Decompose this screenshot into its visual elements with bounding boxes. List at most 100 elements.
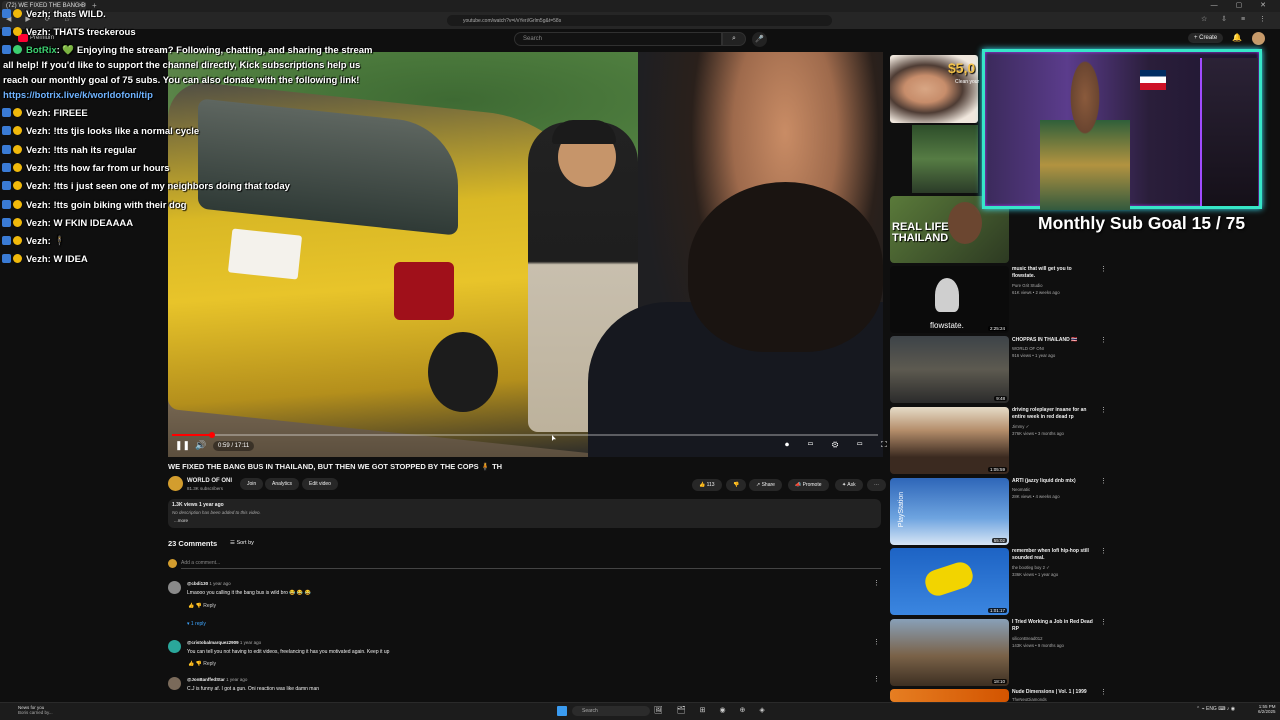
recommendation-menu-icon[interactable]: ⋮: [1100, 265, 1107, 273]
add-comment-input[interactable]: Add a comment...: [181, 560, 881, 569]
system-tray[interactable]: ⌃ ⌁ ENG ⌨ ♪ ◉: [1196, 706, 1235, 712]
duration-badge: 55:02: [991, 538, 1007, 543]
search-icon[interactable]: ⌕: [722, 32, 746, 46]
recommendation-thumbnail[interactable]: 9:48: [890, 336, 1009, 403]
duration-badge: 18:10: [991, 679, 1007, 684]
chat-link[interactable]: https://botrix.live/k/worldofoni/tip: [3, 90, 153, 101]
recommendation-menu-icon[interactable]: ⋮: [1100, 336, 1107, 344]
recommendation-menu-icon[interactable]: ⋮: [1100, 688, 1107, 696]
replies-toggle[interactable]: ▾ 1 reply: [187, 621, 206, 627]
video-frame-beard: [688, 182, 883, 352]
recommendation-title[interactable]: I Tried Working a Job in Red Dead RP: [1012, 619, 1094, 632]
recommendation-channel[interactable]: Jimmy ✓: [1012, 424, 1029, 430]
recommendation-menu-icon[interactable]: ⋮: [1100, 547, 1107, 555]
comment-text: Lmaooo you calling it the bang bus is wi…: [187, 590, 311, 596]
search-input[interactable]: Search: [514, 32, 722, 46]
edit-video-button[interactable]: Edit video: [302, 478, 338, 490]
taskbar-app-icons[interactable]: 🖼 🗂 ⊞ ◉ ⊕ ◈: [654, 706, 771, 714]
recommendation-thumbnail[interactable]: 1:05:59: [890, 407, 1009, 474]
recommendation-channel[interactable]: siliconBread012: [1012, 636, 1043, 641]
video-player[interactable]: [168, 52, 883, 457]
thumbnail-overlay-text: PlayStation: [898, 491, 906, 528]
comment-author[interactable]: @JonBanffedStar 1 year ago: [187, 677, 247, 682]
join-button[interactable]: Join: [240, 478, 264, 490]
recommendation-title[interactable]: CHOPPAS IN THAILAND 🇹🇭: [1012, 337, 1094, 344]
account-avatar[interactable]: [1252, 32, 1265, 45]
recommendation-channel[interactable]: Pure Grit Studio: [1012, 283, 1043, 288]
recommendation-thumbnail[interactable]: [890, 689, 1009, 702]
recommendation-thumbnail[interactable]: 18:10: [890, 619, 1009, 686]
browser-tab-bar: [0, 0, 1280, 12]
comment-menu-icon[interactable]: ⋮: [873, 638, 880, 646]
chat-badge-icon: [2, 45, 11, 54]
create-button[interactable]: + Create: [1188, 33, 1224, 43]
outdoor-cam: [912, 125, 978, 193]
extension-icons[interactable]: ☆ ⇩ ≡ ⋮: [1201, 15, 1272, 23]
flag-icon: [1140, 70, 1166, 90]
like-button[interactable]: 👍 113: [692, 479, 722, 491]
recommendation-thumbnail[interactable]: flowstate. 2:25:24: [890, 266, 1009, 333]
notifications-bell-icon[interactable]: 🔔: [1232, 33, 1242, 42]
chat-badge-icon: [2, 163, 11, 172]
volume-icon[interactable]: 🔊: [195, 440, 206, 451]
recommendation-title[interactable]: ARTI (jazzy liquid dnb mix): [1012, 478, 1094, 485]
taskbar-clock[interactable]: 1:55 PM 6/2/2025: [1258, 704, 1276, 714]
description-more-link[interactable]: ...more: [174, 518, 188, 523]
share-button[interactable]: ↗ Share: [749, 479, 782, 491]
comment-author[interactable]: @cbdi130 1 year ago: [187, 581, 231, 586]
comment-actions[interactable]: 👍 👎 Reply: [188, 603, 216, 609]
chat-badge-icon: [13, 126, 22, 135]
channel-avatar[interactable]: [168, 476, 183, 491]
recommendation-menu-icon[interactable]: ⋮: [1100, 477, 1107, 485]
comment-menu-icon[interactable]: ⋮: [873, 579, 880, 587]
comment-avatar[interactable]: [168, 581, 181, 594]
recommendation-title[interactable]: remember when lofi hip-hop still sounded…: [1012, 548, 1094, 561]
progress-fill: [172, 434, 212, 436]
microphone-icon[interactable]: 🎤: [752, 32, 767, 47]
recommendation-title[interactable]: music that will get you to flowstate.: [1012, 266, 1094, 279]
description-text: No description has been added to this vi…: [172, 510, 261, 515]
sort-by-button[interactable]: ☰ Sort by: [230, 540, 254, 546]
taskbar-search[interactable]: Search: [572, 706, 650, 716]
recommendation-channel[interactable]: the bootleg boy 2 ✓: [1012, 565, 1050, 571]
chat-badge-icon: [2, 254, 11, 263]
recommendation-thumbnail[interactable]: PlayStation 55:02: [890, 478, 1009, 545]
player-right-controls[interactable]: ⏺ ▭ ⚙ ▭ ⛶: [785, 440, 895, 450]
url-bar[interactable]: youtube.com/watch?v=i/vYeri/Grlm5g&t=58s: [447, 15, 832, 26]
comment-avatar[interactable]: [168, 640, 181, 653]
comments-count: 23 Comments: [168, 539, 218, 548]
recommendation-channel[interactable]: Neomatic: [1012, 487, 1030, 492]
ask-button[interactable]: ✦ Ask: [835, 479, 863, 491]
recommendation-thumbnail[interactable]: 1:01:17: [890, 548, 1009, 615]
news-widget[interactable]: News for you Boris carried by...: [18, 705, 53, 715]
start-icon[interactable]: [557, 706, 567, 716]
views-date: 1.3K views 1 year ago: [172, 502, 224, 508]
promote-button[interactable]: 📣 Promote: [788, 479, 829, 491]
recommendation-menu-icon[interactable]: ⋮: [1100, 618, 1107, 626]
description-box[interactable]: [168, 499, 881, 528]
recommendation-title[interactable]: driving roleplayer insane for an entire …: [1012, 407, 1094, 420]
more-actions-button[interactable]: ⋯: [867, 479, 886, 491]
comment-menu-icon[interactable]: ⋮: [873, 675, 880, 683]
pause-button[interactable]: ❚❚: [175, 440, 190, 451]
comment-actions[interactable]: 👍 👎 Reply: [188, 661, 216, 667]
recommendation-menu-icon[interactable]: ⋮: [1100, 406, 1107, 414]
chat-badge-icon: [13, 108, 22, 117]
tab-close-icon[interactable]: ✕: [78, 2, 83, 9]
streamer: [1040, 60, 1130, 210]
comment-author[interactable]: @cristobalmarquez2909 1 year ago: [187, 640, 261, 645]
channel-name[interactable]: WORLD OF ONI: [187, 478, 232, 484]
chat-badge-icon: [2, 126, 11, 135]
comment-avatar[interactable]: [168, 677, 181, 690]
chat-badge-icon: [2, 200, 11, 209]
recommendation-channel[interactable]: WORLD OF ONI: [1012, 346, 1044, 351]
video-frame-cap: [552, 120, 616, 144]
window-controls[interactable]: — ▢ ✕: [1211, 1, 1274, 9]
chat-badge-icon: [2, 108, 11, 117]
analytics-button[interactable]: Analytics: [265, 478, 300, 490]
recommendation-meta: 143K views • 9 months ago: [1012, 643, 1064, 648]
progress-scrubber[interactable]: [209, 432, 215, 438]
dislike-button[interactable]: 👎: [726, 479, 747, 491]
progress-bar[interactable]: [172, 434, 878, 436]
recommendation-title[interactable]: Nude Dimensions | Vol. 1 | 1999: [1012, 689, 1094, 696]
